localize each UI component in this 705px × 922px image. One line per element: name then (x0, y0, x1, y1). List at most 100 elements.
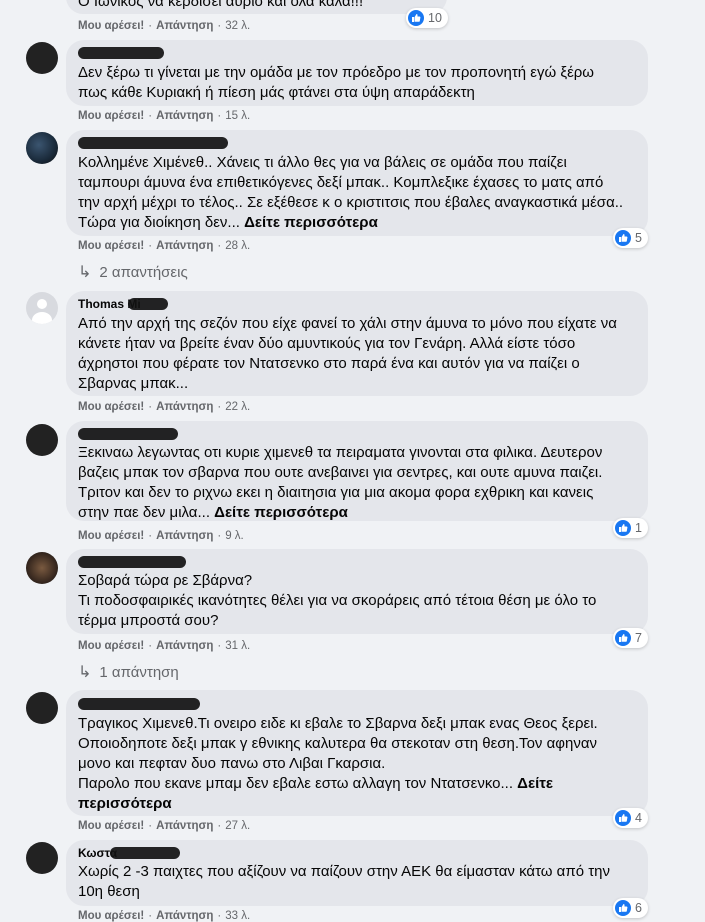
separator: · (148, 910, 153, 922)
default-avatar-icon[interactable] (26, 292, 58, 324)
like-icon (408, 10, 424, 26)
reaction-number: 4 (635, 811, 642, 825)
comment-bubble: Τραγικος Χιμενεθ.Τι ονειρο ειδε κι εβαλε… (66, 690, 648, 816)
comment-text: Δεν ξέρω τι γίνεται με την ομάδα με τον … (78, 64, 595, 101)
comment-bubble: Κολλημένε Χιμένεθ.. Χάνεις τι άλλο θες γ… (66, 130, 648, 236)
like-link[interactable]: Μου αρέσει! (78, 640, 144, 652)
redacted-author-name[interactable] (78, 556, 186, 568)
reply-link[interactable]: Απάντηση (156, 910, 213, 922)
comment-actions: Μου αρέσει! · Απάντηση · 27 λ. (78, 820, 250, 832)
like-icon (615, 630, 631, 646)
comment-text: Σοβαρά τώρα ρε Σβάρνα? Τι ποδοσφαιρικές … (78, 572, 597, 629)
separator: · (217, 110, 222, 122)
comment-bubble: Δεν ξέρω τι γίνεται με την ομάδα με τον … (66, 40, 648, 106)
separator: · (217, 530, 222, 542)
like-link[interactable]: Μου αρέσει! (78, 20, 144, 32)
like-icon (615, 230, 631, 246)
reaction-count[interactable]: 1 (613, 518, 648, 538)
reply-arrow-icon: ↳ (78, 264, 92, 281)
comment-actions: Μου αρέσει! · Απάντηση · 28 λ. (78, 240, 250, 252)
like-link[interactable]: Μου αρέσει! (78, 910, 144, 922)
avatar[interactable] (26, 552, 58, 584)
reaction-count[interactable]: 4 (613, 808, 648, 828)
separator: · (148, 640, 153, 652)
reaction-count[interactable]: 5 (613, 228, 648, 248)
comment-text: Τραγικος Χιμενεθ.Τι ονειρο ειδε κι εβαλε… (78, 714, 598, 814)
replies-count: 2 απαντήσεις (99, 263, 188, 281)
comment-actions: Μου αρέσει! · Απάντηση · 9 λ. (78, 530, 244, 542)
redacted-author-name[interactable] (78, 698, 200, 710)
comment-bubble: Thomas Mi Από την αρχή της σεζόν που είχ… (66, 291, 648, 396)
avatar[interactable] (26, 692, 58, 724)
redacted-author-name (128, 298, 168, 310)
comment-bubble: Κωστα Χωρίς 2 -3 παιχτες που αξίζουν να … (66, 840, 648, 906)
view-replies-link[interactable]: ↳ 2 απαντήσεις (78, 262, 188, 282)
reaction-count[interactable]: 10 (406, 8, 448, 28)
avatar[interactable] (26, 132, 58, 164)
separator: · (217, 640, 222, 652)
comment-time[interactable]: 22 λ. (225, 401, 250, 413)
reply-link[interactable]: Απάντηση (156, 820, 213, 832)
redacted-author-name (110, 847, 180, 859)
comment-time[interactable]: 33 λ. (225, 910, 250, 922)
reply-link[interactable]: Απάντηση (156, 530, 213, 542)
separator: · (217, 401, 222, 413)
comment-actions: Μου αρέσει! · Απάντηση · 33 λ. (78, 910, 250, 922)
comment-time[interactable]: 27 λ. (225, 820, 250, 832)
view-replies-link[interactable]: ↳ 1 απάντηση (78, 662, 179, 682)
like-icon (615, 900, 631, 916)
like-link[interactable]: Μου αρέσει! (78, 820, 144, 832)
like-icon (615, 520, 631, 536)
comment-text: Χωρίς 2 -3 παιχτες που αξίζουν να παίζου… (78, 863, 610, 900)
reply-link[interactable]: Απάντηση (156, 240, 213, 252)
comment-text: Ο Ιωνικός να κερδίσει αύριο και όλα καλά… (78, 0, 364, 10)
comment-time[interactable]: 28 λ. (225, 240, 250, 252)
redacted-author-name[interactable] (78, 47, 164, 59)
separator: · (217, 820, 222, 832)
see-more-link[interactable]: Δείτε περισσότερα (244, 214, 378, 231)
reaction-number: 7 (635, 631, 642, 645)
redacted-author-name[interactable] (78, 428, 178, 440)
separator: · (148, 20, 153, 32)
separator: · (148, 530, 153, 542)
like-link[interactable]: Μου αρέσει! (78, 240, 144, 252)
reaction-number: 10 (428, 11, 442, 25)
comment-bubble: Ο Ιωνικός να κερδίσει αύριο και όλα καλά… (66, 0, 447, 14)
reply-arrow-icon: ↳ (78, 664, 92, 681)
comment-bubble: Ξεκιναω λεγωντας οτι κυριε χιμενεθ τα πε… (66, 421, 648, 521)
reply-link[interactable]: Απάντηση (156, 640, 213, 652)
comment-time[interactable]: 31 λ. (225, 640, 250, 652)
avatar[interactable] (26, 424, 58, 456)
comment-text: Από την αρχή της σεζόν που είχε φανεί το… (78, 315, 617, 392)
comment-actions: Μου αρέσει! · Απάντηση · 22 λ. (78, 401, 250, 413)
comment-actions: Μου αρέσει! · Απάντηση · 32 λ. (78, 20, 250, 32)
separator: · (217, 20, 222, 32)
like-link[interactable]: Μου αρέσει! (78, 401, 144, 413)
reaction-number: 1 (635, 521, 642, 535)
avatar[interactable] (26, 842, 58, 874)
reaction-count[interactable]: 6 (613, 898, 648, 918)
avatar[interactable] (26, 42, 58, 74)
comment-text: Ξεκιναω λεγωντας οτι κυριε χιμενεθ τα πε… (78, 443, 602, 523)
reaction-number: 5 (635, 231, 642, 245)
replies-count: 1 απάντηση (99, 663, 179, 681)
see-more-link[interactable]: Δείτε περισσότερα (214, 504, 348, 521)
separator: · (148, 401, 153, 413)
reaction-count[interactable]: 7 (613, 628, 648, 648)
comment-actions: Μου αρέσει! · Απάντηση · 31 λ. (78, 640, 250, 652)
reply-link[interactable]: Απάντηση (156, 110, 213, 122)
comment-actions: Μου αρέσει! · Απάντηση · 15 λ. (78, 110, 250, 122)
comment-time[interactable]: 15 λ. (225, 110, 250, 122)
redacted-author-name[interactable] (78, 137, 228, 149)
reaction-number: 6 (635, 901, 642, 915)
separator: · (217, 910, 222, 922)
like-link[interactable]: Μου αρέσει! (78, 110, 144, 122)
reply-link[interactable]: Απάντηση (156, 401, 213, 413)
comment-time[interactable]: 32 λ. (225, 20, 250, 32)
like-link[interactable]: Μου αρέσει! (78, 530, 144, 542)
like-icon (615, 810, 631, 826)
comment-time[interactable]: 9 λ. (225, 530, 244, 542)
reply-link[interactable]: Απάντηση (156, 20, 213, 32)
separator: · (148, 240, 153, 252)
separator: · (148, 820, 153, 832)
